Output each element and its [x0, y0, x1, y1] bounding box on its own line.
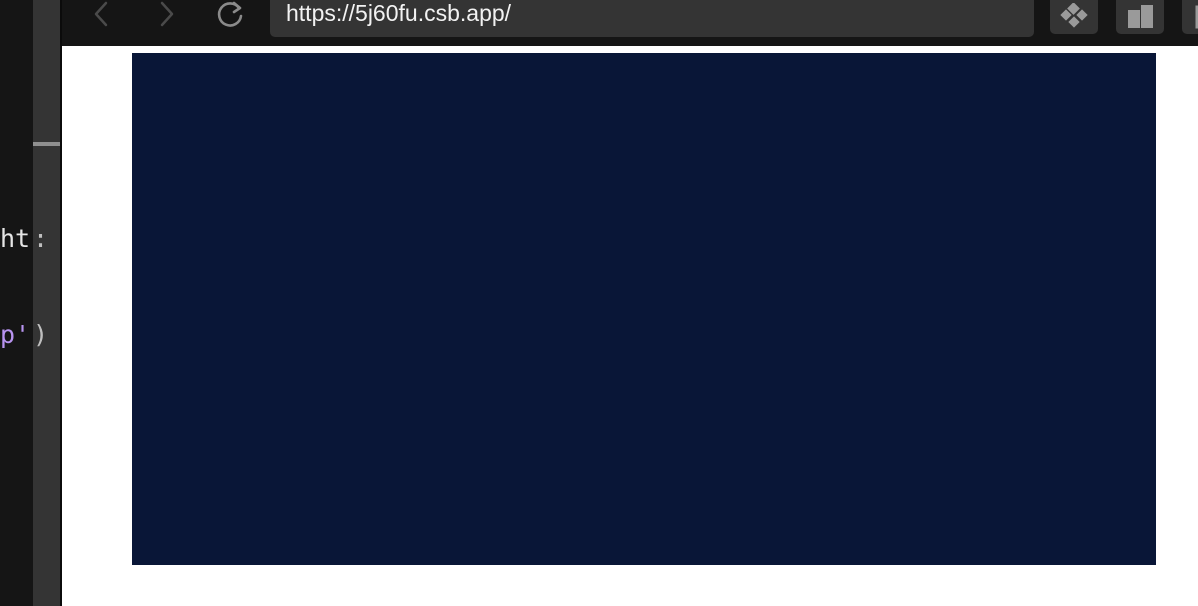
chevron-right-icon: [160, 1, 174, 27]
preview-viewport[interactable]: [62, 46, 1198, 606]
new-window-icon: [1195, 5, 1198, 29]
editor-scrollbar[interactable]: : ): [33, 0, 60, 606]
url-input[interactable]: https://5j60fu.csb.app/: [270, 0, 1034, 37]
devtools-icon: [1060, 3, 1088, 28]
forward-button[interactable]: [148, 0, 184, 30]
reload-button[interactable]: [212, 0, 248, 30]
code-line: p': [0, 320, 30, 350]
chevron-left-icon: [94, 1, 108, 27]
scrollbar-thumb[interactable]: [33, 142, 60, 146]
devtools-button[interactable]: [1050, 0, 1098, 34]
codesandbox-window: ht p' : ) https://5j60fu.csb.app/: [0, 0, 1198, 606]
code-token: ht: [0, 224, 31, 253]
split-view-button[interactable]: [1116, 0, 1164, 34]
code-line: ht: [0, 224, 30, 254]
code-string-token: p': [0, 320, 31, 349]
back-button[interactable]: [84, 0, 120, 30]
app-canvas[interactable]: [132, 53, 1156, 565]
code-punctuation: ): [33, 320, 49, 349]
split-view-icon: [1128, 5, 1153, 28]
code-editor-pane[interactable]: ht p': [0, 0, 33, 606]
code-punctuation: :: [33, 224, 49, 253]
url-text: https://5j60fu.csb.app/: [286, 0, 512, 26]
reload-icon: [217, 1, 243, 27]
new-window-button[interactable]: [1182, 0, 1198, 34]
preview-toolbar: https://5j60fu.csb.app/: [62, 0, 1198, 46]
